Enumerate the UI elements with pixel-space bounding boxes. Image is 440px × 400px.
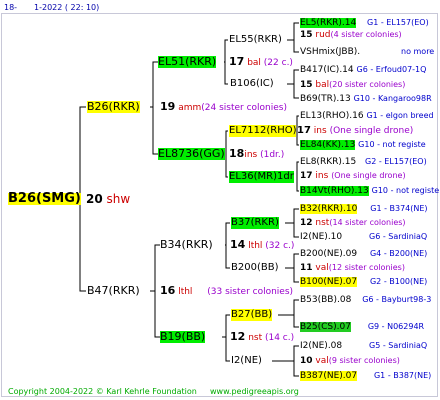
gen4-num: 15 xyxy=(300,30,313,40)
gen3-node[interactable]: B106(IC) xyxy=(230,78,274,90)
gen2-colonies: (22 c.) xyxy=(263,58,293,68)
gen2-node[interactable]: B19(BB) xyxy=(160,331,206,343)
gen3-node[interactable]: EL55(RKR) xyxy=(229,34,282,46)
gen4-node[interactable]: EL13(RHO).16 xyxy=(300,111,364,121)
gen4-node[interactable]: EL5(RKR).14 xyxy=(300,18,357,28)
footer-site-link[interactable]: www.pedigreeapis.org xyxy=(210,386,299,398)
gen4-info: G9 - N06294R xyxy=(367,322,425,331)
root-code: shw xyxy=(106,192,131,206)
gen4-code: bal xyxy=(315,80,330,90)
gen4-info: G1 - B387(NE) xyxy=(373,371,432,380)
gen4-code: ins xyxy=(315,171,329,181)
gen1-num: 19 xyxy=(160,100,176,113)
gen3-node[interactable]: B200(BB) xyxy=(231,262,278,274)
gen4-info: G1 - elgon breed xyxy=(366,111,434,120)
gen4-code: rud xyxy=(315,30,331,40)
gen4-node[interactable]: B417(IC).14 xyxy=(300,65,354,75)
gen4-colonies: (One single drone) xyxy=(331,171,406,180)
gen3-node[interactable]: B37(RKR) xyxy=(231,217,279,229)
gen4-code: val xyxy=(315,356,329,366)
gen4-info: G10 - not registe xyxy=(371,186,440,195)
gen4-node[interactable]: B14Vt(RHO).13 xyxy=(300,186,369,196)
gen4-node[interactable]: B200(NE).09 xyxy=(300,249,357,259)
gen1-node[interactable]: B47(RKR) xyxy=(87,285,140,297)
gen4-num: 12 xyxy=(300,218,313,228)
gen2-code: ins xyxy=(244,150,258,160)
gen4-node[interactable]: B387(NE).07 xyxy=(300,371,358,381)
gen3-node[interactable]: EL7112(RHO) xyxy=(229,125,297,137)
root-num: 20 xyxy=(86,192,103,206)
gen4-num: 10 xyxy=(300,356,313,366)
gen4-colonies: (20 sister colonies) xyxy=(329,80,406,89)
gen2-num: 14 xyxy=(230,238,246,251)
gen4-info: G4 - B200(NE) xyxy=(369,249,428,258)
gen1-node[interactable]: B26(RKR) xyxy=(87,101,140,113)
header-prefix: 18- xyxy=(4,3,18,12)
gen3-node[interactable]: I2(NE) xyxy=(231,355,262,367)
gen4-node[interactable]: B100(NE).07 xyxy=(300,277,358,287)
gen2-colonies: (32 c.) xyxy=(265,241,295,251)
gen2-code: lthl xyxy=(248,241,263,251)
gen2-colonies: (1dr.) xyxy=(260,150,285,160)
gen1-colonies: (24 sister colonies) xyxy=(201,103,287,113)
gen2-code: bal xyxy=(247,58,261,68)
gen3-num: 17 xyxy=(297,125,311,136)
gen4-info: G6 - Erfoud07-1Q xyxy=(356,65,427,74)
gen4-node[interactable]: B32(RKR).10 xyxy=(300,204,358,214)
gen2-node[interactable]: EL8736(GG) xyxy=(158,148,225,160)
gen3-node[interactable]: B27(BB) xyxy=(231,309,273,321)
gen4-info: G5 - SardiniaQ xyxy=(369,341,428,350)
gen2-code: nst xyxy=(248,333,263,343)
gen2-num: 18 xyxy=(229,147,245,160)
gen4-info: G6 - SardiniaQ xyxy=(369,232,428,241)
gen2-node[interactable]: B34(RKR) xyxy=(160,239,213,251)
gen4-info: no more xyxy=(401,47,435,56)
gen4-info: G1 - B374(NE) xyxy=(370,204,428,213)
footer-copyright: Copyright 2004-2022 © Karl Kehrle Founda… xyxy=(8,387,197,396)
gen4-num: 17 xyxy=(300,171,313,181)
gen4-node[interactable]: I2(NE).10 xyxy=(300,232,342,242)
gen3-node[interactable]: EL36(MR)1dr xyxy=(229,171,294,183)
gen4-info: G10 - not registe xyxy=(358,140,426,149)
gen4-colonies: (14 sister colonies) xyxy=(329,218,406,227)
gen4-colonies: (4 sister colonies) xyxy=(330,30,402,39)
gen4-info: G6 - Bayburt98-3 xyxy=(362,295,432,304)
gen3-colonies: (One single drone) xyxy=(329,126,414,136)
gen1-code: amm xyxy=(178,103,202,113)
gen2-colonies: (14 c.) xyxy=(264,333,295,343)
root-node[interactable]: B26(SMG) xyxy=(8,192,81,205)
gen2-node[interactable]: EL51(RKR) xyxy=(158,56,217,68)
gen4-info: G2 - B100(NE) xyxy=(369,277,428,286)
gen4-info: G10 - Kangaroo98R xyxy=(353,94,432,103)
gen4-num: 15 xyxy=(300,80,313,90)
gen4-code: val xyxy=(315,263,329,273)
gen4-colonies: (12 sister colonies) xyxy=(328,263,405,272)
gen4-colonies: (9 sister colonies) xyxy=(328,356,400,365)
gen4-node[interactable]: EL84(KK).13 xyxy=(300,140,356,150)
gen2-num: 17 xyxy=(229,55,245,68)
gen4-node[interactable]: B53(BB).08 xyxy=(300,295,351,305)
gen3-code: ins xyxy=(313,126,327,136)
gen2-num: 12 xyxy=(230,330,246,343)
header-date: 1-2022 ( 22: 10) xyxy=(34,3,100,12)
gen1-colonies: (33 sister colonies) xyxy=(207,287,294,297)
gen4-node[interactable]: B25(CS).07 xyxy=(300,322,351,332)
gen4-node[interactable]: B69(TR).13 xyxy=(300,94,351,104)
gen4-node[interactable]: EL8(RKR).15 xyxy=(300,157,356,167)
gen4-info: G1 - EL157(EO) xyxy=(367,18,429,27)
gen1-code: lthl xyxy=(178,287,193,297)
gen4-node[interactable]: I2(NE).08 xyxy=(300,341,342,351)
gen4-node[interactable]: VSHmix(JBB). xyxy=(300,47,360,57)
gen4-info: G2 - EL157(EO) xyxy=(365,157,427,166)
gen1-num: 16 xyxy=(160,284,176,297)
gen4-num: 11 xyxy=(300,263,313,273)
gen4-code: nst xyxy=(315,218,330,228)
